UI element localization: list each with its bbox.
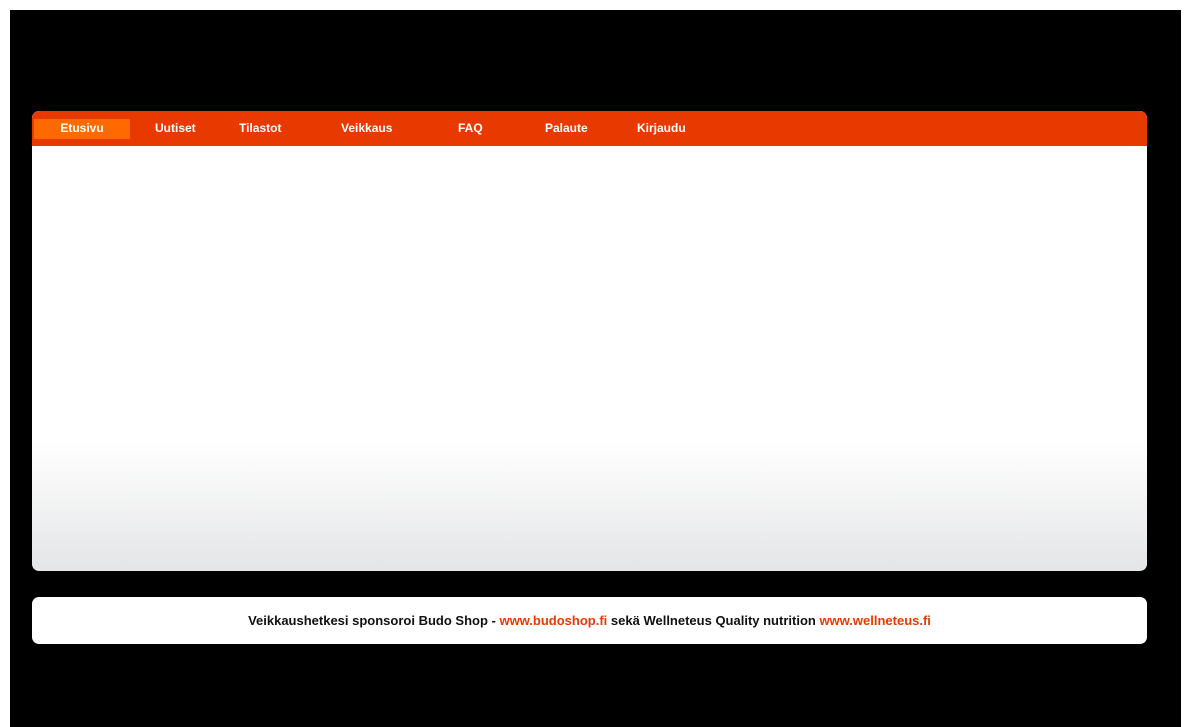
nav-item-kirjaudu[interactable]: Kirjaudu: [637, 119, 686, 139]
page-background: Etusivu Uutiset Tilastot Veikkaus FAQ Pa…: [10, 10, 1181, 727]
nav-item-veikkaus[interactable]: Veikkaus: [341, 119, 392, 139]
nav-item-uutiset[interactable]: Uutiset: [155, 119, 196, 139]
budoshop-link[interactable]: www.budoshop.fi: [499, 613, 607, 628]
main-nav: Etusivu Uutiset Tilastot Veikkaus FAQ Pa…: [32, 111, 1147, 146]
nav-item-palaute[interactable]: Palaute: [545, 119, 588, 139]
content-area: [32, 146, 1147, 571]
sponsor-text-start: Veikkaushetkesi sponsoroi Budo Shop -: [248, 613, 500, 628]
sponsor-text-middle: sekä Wellneteus Quality nutrition: [607, 613, 820, 628]
main-panel: Etusivu Uutiset Tilastot Veikkaus FAQ Pa…: [32, 111, 1147, 571]
nav-item-etusivu[interactable]: Etusivu: [34, 119, 130, 139]
wellneteus-link[interactable]: www.wellneteus.fi: [819, 613, 930, 628]
nav-item-tilastot[interactable]: Tilastot: [239, 119, 281, 139]
nav-item-faq[interactable]: FAQ: [458, 119, 483, 139]
sponsor-footer: Veikkaushetkesi sponsoroi Budo Shop - ww…: [32, 597, 1147, 644]
